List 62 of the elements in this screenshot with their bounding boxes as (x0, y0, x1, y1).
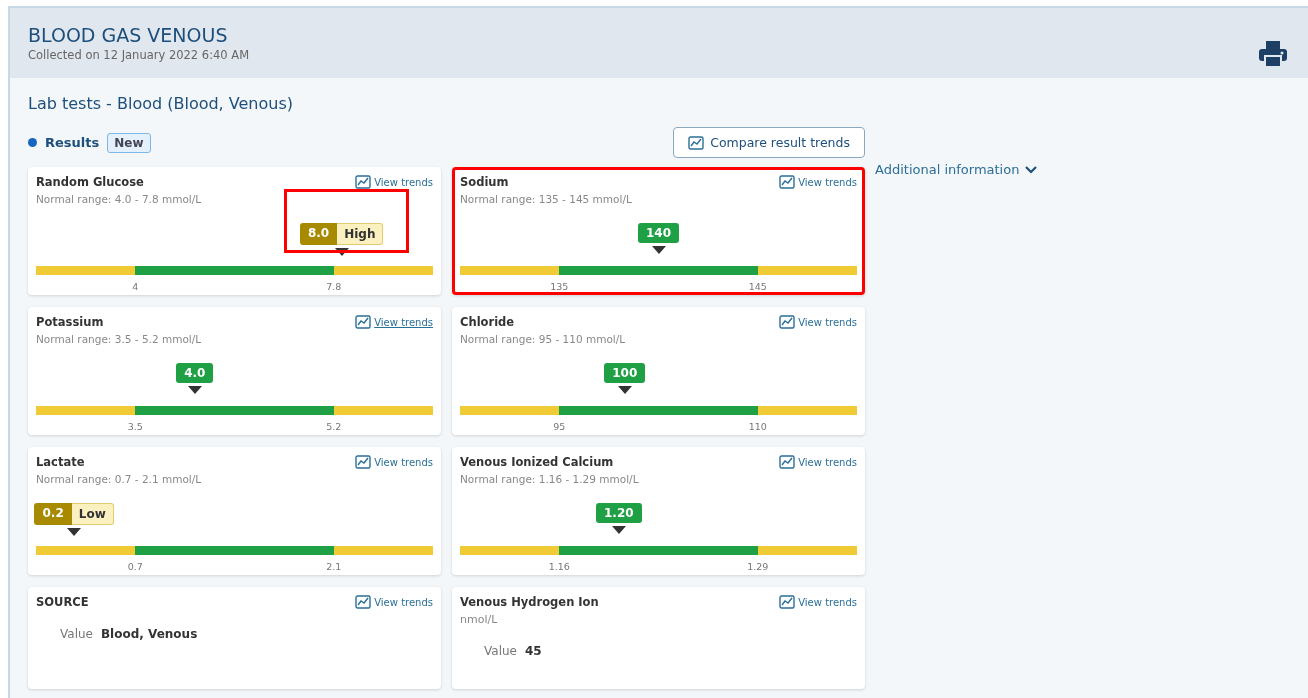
tick-label: 5.2 (326, 421, 342, 432)
test-name: Venous Hydrogen Ion (460, 595, 599, 609)
unit-label: nmol/L (460, 613, 499, 626)
test-name: Chloride (460, 315, 515, 329)
chart-icon (779, 595, 796, 609)
page-title: BLOOD GAS VENOUS (28, 24, 229, 46)
chart-icon (779, 175, 796, 189)
result-value: Blood, Venous (100, 627, 198, 641)
view-trends-link[interactable]: View trends (355, 315, 433, 329)
normal-range: Normal range: 95 - 110 mmol/L (460, 333, 627, 345)
view-trends-link[interactable]: View trends (779, 315, 857, 329)
test-name: Sodium (460, 175, 509, 189)
view-trends-link[interactable]: View trends (355, 455, 433, 469)
collected-date: Collected on 12 January 2022 6:40 AM (28, 48, 250, 62)
section-title: Lab tests - Blood (Blood, Venous) (28, 94, 294, 113)
view-trends-link[interactable]: View trends (779, 595, 857, 609)
chart-icon (355, 595, 372, 609)
test-name: Venous Ionized Calcium (460, 455, 614, 469)
result-badge: 1.20 (596, 503, 642, 523)
test-name: Potassium (36, 315, 104, 329)
view-trends-link[interactable]: View trends (779, 455, 857, 469)
normal-range: Normal range: 1.16 - 1.29 mmol/L (460, 473, 640, 485)
tick-label: 1.16 (548, 561, 570, 572)
chart-icon (779, 315, 796, 329)
results-label: Results (45, 135, 100, 150)
tick-label: 145 (748, 281, 767, 292)
view-trends-link[interactable]: View trends (779, 175, 857, 189)
tick-label: 7.8 (326, 281, 342, 292)
new-badge: New (107, 132, 151, 153)
normal-range: Normal range: 4.0 - 7.8 mmol/L (36, 193, 203, 205)
normal-range: Normal range: 0.7 - 2.1 mmol/L (36, 473, 203, 485)
chart-icon (355, 315, 372, 329)
tick-label: 2.1 (326, 561, 342, 572)
tick-label: 1.29 (747, 561, 769, 572)
result-badge: 4.0 (176, 363, 214, 383)
chart-icon (355, 455, 372, 469)
chart-icon (688, 135, 705, 150)
normal-range: Normal range: 3.5 - 5.2 mmol/L (36, 333, 203, 345)
result-value: 45 (524, 644, 542, 658)
value-label: Value (60, 627, 93, 641)
chart-icon (779, 455, 796, 469)
tick-label: 110 (748, 421, 767, 432)
additional-info-toggle[interactable]: Additional information (875, 162, 1038, 177)
normal-range: Normal range: 135 - 145 mmol/L (460, 193, 633, 205)
view-trends-link[interactable]: View trends (355, 595, 433, 609)
result-badge: 100 (604, 363, 646, 383)
test-name: SOURCE (36, 595, 89, 609)
result-badge: 140 (637, 223, 680, 243)
tick-label: 0.7 (127, 561, 143, 572)
test-name: Lactate (36, 455, 85, 469)
tick-label: 95 (553, 421, 566, 432)
view-trends-link[interactable]: View trends (355, 175, 433, 189)
chevron-down-icon (1025, 165, 1038, 174)
chart-icon (355, 175, 372, 189)
tick-label: 3.5 (127, 421, 143, 432)
bullet-icon (28, 138, 37, 147)
test-name: Random Glucose (36, 175, 144, 189)
print-icon[interactable] (1258, 40, 1288, 68)
tick-label: 135 (550, 281, 569, 292)
value-label: Value (484, 644, 517, 658)
tick-label: 4 (132, 281, 139, 292)
compare-button[interactable]: Compare result trends (673, 127, 865, 158)
